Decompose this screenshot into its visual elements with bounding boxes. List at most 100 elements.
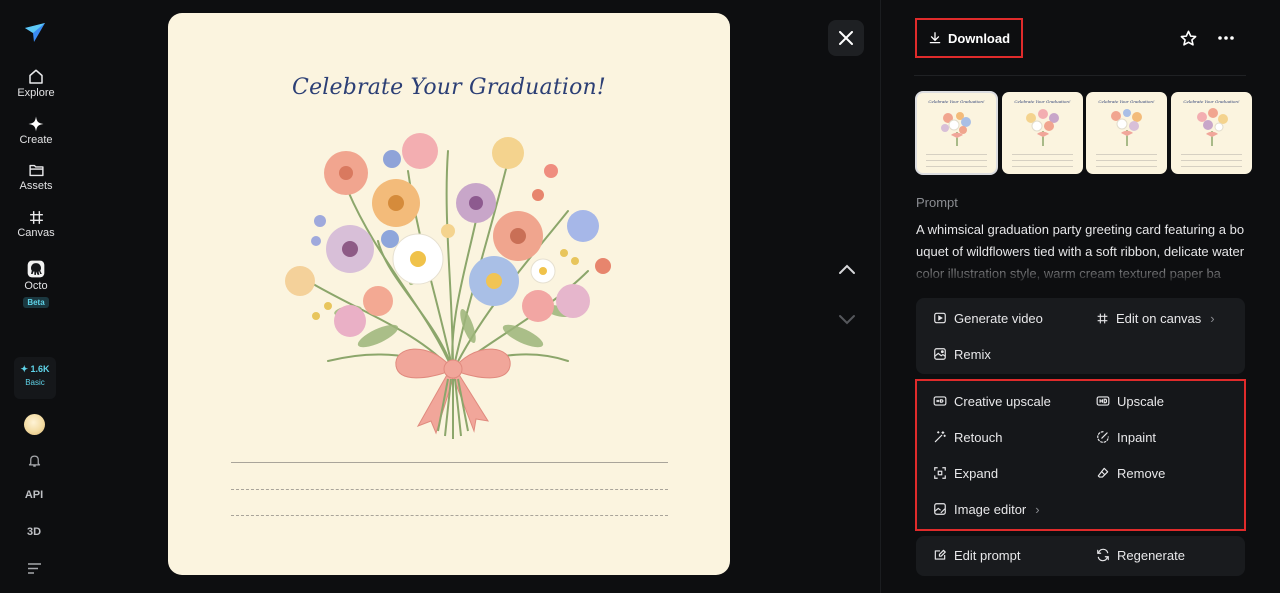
menu-icon[interactable]: [28, 563, 41, 574]
header-divider: [914, 75, 1246, 76]
thumbnail-bouquet: [941, 112, 971, 146]
regenerate-label: Regenerate: [1117, 547, 1185, 563]
expand-icon: [934, 467, 946, 479]
thumbnail-4[interactable]: Celebrate Your Graduation!: [1171, 92, 1252, 174]
favorite-button[interactable]: [1177, 27, 1199, 49]
create-actions-panel: Generate video Edit on canvas › Remix: [916, 298, 1245, 374]
thumbnail-title: Celebrate Your Graduation!: [928, 99, 985, 104]
remove-label: Remove: [1117, 465, 1166, 481]
eraser-icon: [1097, 467, 1109, 478]
remix-button[interactable]: Remix: [933, 344, 991, 364]
sidebar-item-label: Explore: [17, 87, 55, 99]
credits-badge[interactable]: ✦ 1.6K Basic: [14, 357, 56, 399]
hd-icon: [1096, 396, 1110, 406]
panel-divider: [880, 0, 881, 593]
thumbnail-title: Celebrate Your Graduation!: [1183, 99, 1240, 104]
avatar[interactable]: [24, 414, 45, 435]
previous-image-button[interactable]: [836, 258, 858, 280]
thumbnail-title: Celebrate Your Graduation!: [1014, 99, 1071, 104]
hd-plus-icon: [933, 396, 947, 406]
close-button[interactable]: [828, 20, 864, 56]
more-horizontal-icon: [1218, 36, 1234, 40]
app-logo[interactable]: [23, 20, 47, 44]
sidebar-item-assets[interactable]: Assets: [0, 162, 72, 192]
sidebar-item-explore[interactable]: Explore: [0, 68, 72, 99]
generate-video-button[interactable]: Generate video: [933, 308, 1043, 328]
creative-upscale-label: Creative upscale: [954, 393, 1051, 409]
prompt-actions-panel: Edit prompt Regenerate: [916, 536, 1245, 576]
retouch-label: Retouch: [954, 429, 1003, 445]
sidebar-item-create[interactable]: Create: [0, 115, 72, 146]
image-editor-button[interactable]: Image editor ›: [933, 499, 1040, 519]
sidebar-item-label: Create: [19, 134, 53, 146]
edit-prompt-icon: [934, 549, 946, 560]
octo-icon: [27, 260, 45, 278]
refresh-icon: [1097, 548, 1109, 562]
sidebar-item-label: Canvas: [17, 227, 55, 239]
thumbnail-1[interactable]: Celebrate Your Graduation!: [915, 91, 998, 175]
more-options-button[interactable]: [1215, 27, 1237, 49]
expand-button[interactable]: Expand: [933, 463, 998, 483]
next-image-button[interactable]: [836, 308, 858, 330]
3d-link[interactable]: 3D: [0, 526, 68, 538]
edit-on-canvas-label: Edit on canvas: [1116, 310, 1202, 326]
download-button[interactable]: Download: [915, 18, 1023, 58]
remix-label: Remix: [954, 346, 991, 362]
home-icon: [29, 69, 43, 84]
wildflower-bouquet-illustration: [285, 133, 611, 439]
expand-label: Expand: [954, 465, 999, 481]
card-title: Celebrate Your Graduation!: [292, 75, 606, 100]
play-icon: [934, 312, 946, 324]
image-editor-label: Image editor: [954, 501, 1027, 517]
inpaint-button[interactable]: Inpaint: [1096, 427, 1156, 447]
image-edit-icon: [934, 503, 946, 515]
thumbnail-2[interactable]: Celebrate Your Graduation!: [1002, 92, 1083, 174]
generated-image: Celebrate Your Graduation!: [168, 13, 730, 575]
folder-icon: [28, 164, 44, 177]
generate-video-label: Generate video: [954, 310, 1043, 326]
canvas-frame-icon: [29, 211, 43, 224]
prompt-label: Prompt: [916, 195, 958, 210]
chevron-right-icon: ›: [1210, 310, 1215, 326]
edit-prompt-button[interactable]: Edit prompt: [933, 545, 1020, 565]
credits-amount: ✦ 1.6K: [20, 364, 50, 374]
edit-prompt-label: Edit prompt: [954, 547, 1021, 563]
sidebar-item-label: Assets: [19, 180, 53, 192]
inpaint-label: Inpaint: [1117, 429, 1157, 445]
close-icon: [839, 31, 853, 45]
sidebar-item-octo[interactable]: Octo Beta: [0, 259, 72, 310]
prompt-text[interactable]: A whimsical graduation party greeting ca…: [916, 219, 1248, 281]
chevron-right-icon: ›: [1035, 501, 1040, 517]
canvas-frame-icon: [1097, 313, 1108, 323]
upscale-button[interactable]: Upscale: [1096, 391, 1164, 411]
writing-line: [231, 462, 668, 463]
edit-tools-panel: Creative upscale Upscale Retouch Inpaint…: [915, 379, 1246, 531]
sidebar: Explore Create Assets Canvas Octo Beta ✦…: [0, 0, 72, 593]
plan-name: Basic: [25, 378, 45, 387]
api-link[interactable]: API: [0, 489, 68, 501]
retouch-button[interactable]: Retouch: [933, 427, 1002, 447]
star-icon: [1180, 30, 1196, 46]
thumbnail-bouquet: [1026, 109, 1059, 146]
thumbnail-bouquet: [1111, 109, 1142, 146]
sidebar-item-label: Octo: [24, 280, 48, 292]
creative-upscale-button[interactable]: Creative upscale: [933, 391, 1051, 411]
download-label: Download: [947, 30, 1011, 46]
regenerate-button[interactable]: Regenerate: [1096, 545, 1185, 565]
bell-icon[interactable]: [27, 452, 42, 469]
remix-image-icon: [934, 348, 946, 360]
magic-wand-icon: [934, 431, 946, 443]
upscale-label: Upscale: [1117, 393, 1164, 409]
writing-line: [231, 515, 668, 516]
writing-line: [231, 489, 668, 490]
sidebar-item-canvas[interactable]: Canvas: [0, 209, 72, 239]
thumbnail-title: Celebrate Your Graduation!: [1098, 99, 1155, 104]
sparkle-icon: [28, 116, 44, 132]
edit-on-canvas-button[interactable]: Edit on canvas ›: [1096, 308, 1215, 328]
remove-button[interactable]: Remove: [1096, 463, 1165, 483]
download-icon: [929, 32, 941, 44]
thumbnail-bouquet: [1197, 108, 1228, 146]
beta-badge: Beta: [23, 297, 49, 308]
inpaint-brush-icon: [1097, 431, 1109, 443]
thumbnail-3[interactable]: Celebrate Your Graduation!: [1086, 92, 1167, 174]
